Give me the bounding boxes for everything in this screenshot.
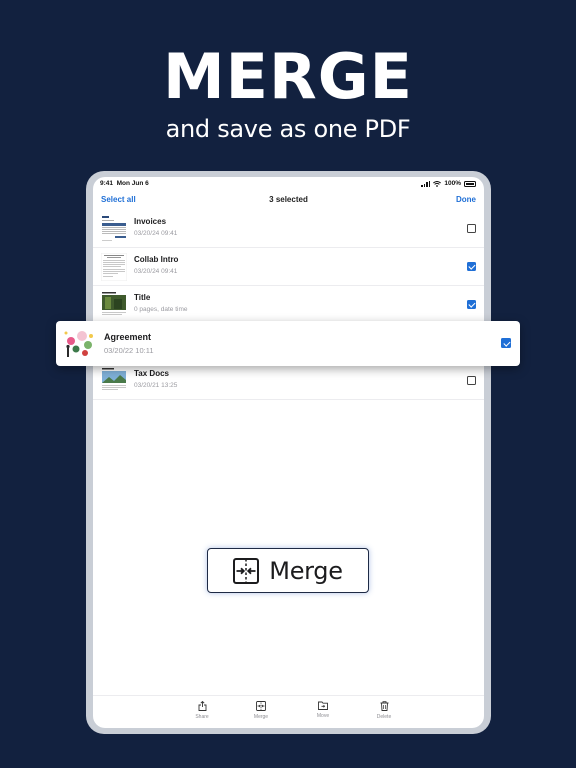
file-checkbox-checked[interactable]	[467, 300, 476, 309]
file-row-invoices[interactable]: Invoices 03/20/24 09:41	[93, 210, 484, 248]
battery-icon	[464, 180, 476, 187]
invoice-thumbnail	[101, 215, 127, 243]
file-checkbox-checked[interactable]	[467, 262, 476, 271]
file-checkbox[interactable]	[467, 224, 476, 233]
promo-subhead: and save as one PDF	[165, 115, 411, 143]
file-name: Tax Docs	[134, 369, 169, 378]
photo-thumbnail	[101, 291, 127, 319]
letter-thumbnail	[101, 253, 127, 281]
trash-icon	[380, 701, 388, 711]
file-name: Collab Intro	[134, 255, 179, 264]
file-date: 03/20/24 09:41	[134, 230, 178, 237]
bottom-toolbar: Share Merge Move Delete	[93, 695, 484, 728]
merge-icon	[256, 701, 266, 711]
status-bar: 9:41 Mon Jun 6 100%	[93, 177, 484, 191]
battery-percent: 100%	[444, 180, 461, 187]
landscape-thumbnail	[101, 367, 127, 395]
dragged-file-card-agreement[interactable]: Agreement 03/20/22 10:11	[56, 321, 520, 366]
cellular-signal-icon	[421, 180, 431, 187]
merge-button[interactable]: Merge	[207, 548, 369, 593]
toolbar-merge-button[interactable]: Merge	[241, 701, 281, 720]
share-icon	[198, 701, 206, 711]
folder-move-icon	[318, 701, 328, 710]
toolbar-move-label: Move	[316, 713, 330, 719]
nav-bar: Select all 3 selected Done	[93, 193, 484, 211]
merge-icon	[233, 557, 260, 584]
status-time: 9:41 Mon Jun 6	[100, 180, 149, 187]
toolbar-share-label: Share	[195, 714, 209, 720]
toolbar-delete-label: Delete	[376, 714, 392, 720]
file-name: Agreement	[104, 332, 152, 342]
file-checkbox-checked[interactable]	[501, 338, 511, 348]
file-name: Invoices	[134, 217, 167, 226]
file-row-tax-docs[interactable]: Tax Docs 03/20/21 13:25	[93, 362, 484, 400]
illustration-thumbnail	[62, 327, 96, 361]
status-icons: 100%	[421, 180, 476, 187]
merge-button-label: Merge	[269, 556, 343, 585]
file-name: Title	[134, 293, 151, 302]
done-button[interactable]: Done	[456, 195, 476, 204]
file-date: 0 pages, date time	[134, 306, 188, 313]
toolbar-delete-button[interactable]: Delete	[364, 701, 404, 720]
file-date: 03/20/24 09:41	[134, 268, 178, 275]
promo-headline: MERGE	[162, 40, 414, 113]
file-date: 03/20/22 10:11	[104, 346, 154, 355]
selection-count: 3 selected	[269, 195, 308, 204]
toolbar-merge-label: Merge	[253, 714, 269, 720]
file-row-collab-intro[interactable]: Collab Intro 03/20/24 09:41	[93, 248, 484, 286]
file-checkbox[interactable]	[467, 376, 476, 385]
wifi-icon	[433, 180, 442, 187]
tablet-screen: 9:41 Mon Jun 6 100% Select all 3 selecte…	[93, 177, 484, 728]
file-row-title[interactable]: Title 0 pages, date time	[93, 286, 484, 324]
toolbar-move-button[interactable]: Move	[303, 701, 343, 719]
toolbar-share-button[interactable]: Share	[182, 701, 222, 720]
file-date: 03/20/21 13:25	[134, 382, 178, 389]
